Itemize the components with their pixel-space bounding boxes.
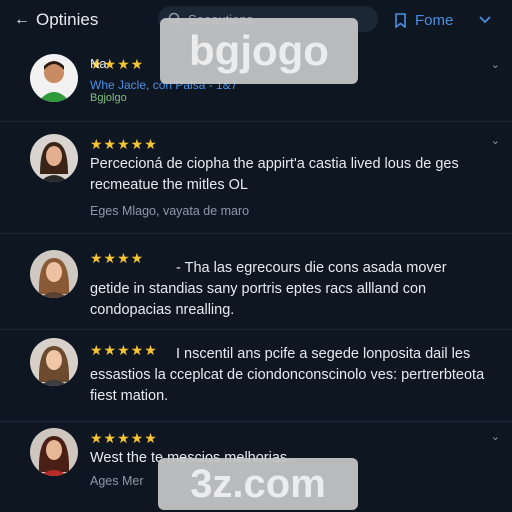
avatar <box>30 134 78 182</box>
review-meta: Eges Mlago, vayata de maro <box>90 204 250 218</box>
filter-dropdown[interactable]: Fome <box>394 8 491 32</box>
reviewer-tag: Bgjolgo <box>90 92 127 104</box>
star-rating: ★★★★★ <box>90 430 158 446</box>
filter-label: Fome <box>415 11 454 29</box>
back-button[interactable]: ← Optinies <box>14 10 98 30</box>
star-rating: ★★★★★ <box>90 136 158 152</box>
review-text: Percecioná de ciopha the appirt'a castia… <box>90 156 459 193</box>
chevron-down-icon[interactable]: ⌄ <box>491 430 500 443</box>
avatar <box>30 250 78 298</box>
review-meta: Ages Mer <box>90 474 144 488</box>
avatar <box>30 54 78 102</box>
bookmark-icon <box>395 12 406 28</box>
review-item[interactable]: ★★★★★ Percecioná de ciopha the appirt'a … <box>0 122 512 234</box>
back-arrow-icon: ← <box>14 11 30 28</box>
watermark-bottom: 3z.com <box>158 458 358 510</box>
review-item[interactable]: ★★★★ - Tha las egrecours die cons asada … <box>0 234 512 330</box>
avatar <box>30 338 78 386</box>
avatar <box>30 428 78 476</box>
review-text: I nscentil ans pcife a segede lonposita … <box>90 346 485 404</box>
chevron-down-icon[interactable]: ⌄ <box>491 134 500 147</box>
back-label: Optinies <box>36 10 99 29</box>
review-text: - Tha las egrecours die cons asada mover… <box>90 260 447 318</box>
chevron-down-icon <box>479 13 491 27</box>
chevron-down-icon[interactable]: ⌄ <box>491 58 500 71</box>
reviewer-name: Na <box>90 56 107 71</box>
watermark-top: bgjogo <box>160 18 358 84</box>
review-item[interactable]: ★★★★★ I nscentil ans pcife a segede lonp… <box>0 330 512 422</box>
